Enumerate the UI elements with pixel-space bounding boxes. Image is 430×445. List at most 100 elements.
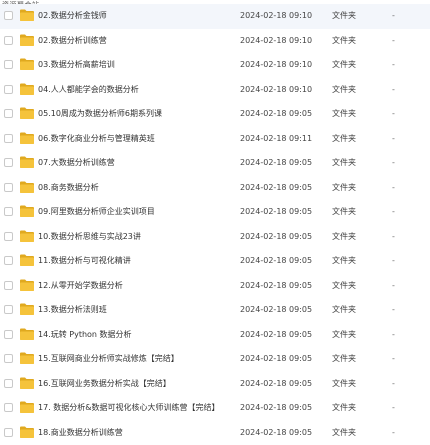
modified-date: 2024-02-18 09:05 (240, 151, 312, 176)
list-item[interactable]: 03.数据分析高薪培训 2024-02-18 09:10 文件夹 - (0, 53, 430, 78)
checkbox[interactable] (4, 403, 13, 412)
file-name[interactable]: 02.数据分析金钱师 (38, 4, 107, 29)
file-size: - (392, 4, 395, 29)
checkbox[interactable] (4, 158, 13, 167)
file-size: - (392, 396, 395, 421)
file-name[interactable]: 09.阿里数据分析师企业实训项目 (38, 200, 155, 225)
list-item[interactable]: 15.互联网商业分析师实战修炼【完结】 2024-02-18 09:05 文件夹… (0, 347, 430, 372)
checkbox[interactable] (4, 85, 13, 94)
checkbox[interactable] (4, 305, 13, 314)
checkbox[interactable] (4, 232, 13, 241)
modified-date: 2024-02-18 09:05 (240, 102, 312, 127)
file-type: 文件夹 (332, 372, 356, 397)
list-item[interactable]: 02.数据分析金钱师 2024-02-18 09:10 文件夹 - (0, 4, 430, 29)
folder-icon (19, 180, 35, 194)
modified-date: 2024-02-18 09:05 (240, 347, 312, 372)
list-item[interactable]: 14.玩转 Python 数据分析 2024-02-18 09:05 文件夹 - (0, 323, 430, 348)
folder-icon (19, 57, 35, 71)
checkbox[interactable] (4, 354, 13, 363)
checkbox[interactable] (4, 281, 13, 290)
checkbox[interactable] (4, 207, 13, 216)
file-name[interactable]: 07.大数据分析训练营 (38, 151, 115, 176)
modified-date: 2024-02-18 09:05 (240, 200, 312, 225)
list-item[interactable]: 08.商务数据分析 2024-02-18 09:05 文件夹 - (0, 176, 430, 201)
checkbox[interactable] (4, 379, 13, 388)
folder-icon (19, 204, 35, 218)
file-size: - (392, 249, 395, 274)
modified-date: 2024-02-18 09:05 (240, 298, 312, 323)
list-item[interactable]: 05.10周成为数据分析师6期系列课 2024-02-18 09:05 文件夹 … (0, 102, 430, 127)
modified-date: 2024-02-18 09:05 (240, 274, 312, 299)
folder-icon (19, 131, 35, 145)
list-item[interactable]: 02.数据分析训练营 2024-02-18 09:10 文件夹 - (0, 29, 430, 54)
folder-icon (19, 400, 35, 414)
checkbox[interactable] (4, 11, 13, 20)
list-item[interactable]: 09.阿里数据分析师企业实训项目 2024-02-18 09:05 文件夹 - (0, 200, 430, 225)
list-item[interactable]: 06.数字化商业分析与管理精英班 2024-02-18 09:11 文件夹 - (0, 127, 430, 152)
file-name[interactable]: 03.数据分析高薪培训 (38, 53, 115, 78)
list-item[interactable]: 07.大数据分析训练营 2024-02-18 09:05 文件夹 - (0, 151, 430, 176)
file-name[interactable]: 06.数字化商业分析与管理精英班 (38, 127, 155, 152)
file-size: - (392, 151, 395, 176)
modified-date: 2024-02-18 09:05 (240, 225, 312, 250)
file-size: - (392, 421, 395, 445)
checkbox[interactable] (4, 36, 13, 45)
modified-date: 2024-02-18 09:05 (240, 249, 312, 274)
file-name[interactable]: 14.玩转 Python 数据分析 (38, 323, 132, 348)
file-type: 文件夹 (332, 4, 356, 29)
list-item[interactable]: 12.从零开始学数据分析 2024-02-18 09:05 文件夹 - (0, 274, 430, 299)
file-size: - (392, 200, 395, 225)
list-item[interactable]: 10.数据分析思维与实战23讲 2024-02-18 09:05 文件夹 - (0, 225, 430, 250)
file-name[interactable]: 05.10周成为数据分析师6期系列课 (38, 102, 162, 127)
file-size: - (392, 347, 395, 372)
modified-date: 2024-02-18 09:05 (240, 421, 312, 445)
folder-icon (19, 425, 35, 439)
file-size: - (392, 225, 395, 250)
file-name[interactable]: 08.商务数据分析 (38, 176, 99, 201)
file-name[interactable]: 02.数据分析训练营 (38, 29, 107, 54)
file-size: - (392, 53, 395, 78)
folder-icon (19, 351, 35, 365)
folder-icon (19, 106, 35, 120)
list-item[interactable]: 16.互联网业务数据分析实战【完结】 2024-02-18 09:05 文件夹 … (0, 372, 430, 397)
list-item[interactable]: 18.商业数据分析训练营 2024-02-18 09:05 文件夹 - (0, 421, 430, 445)
checkbox[interactable] (4, 109, 13, 118)
modified-date: 2024-02-18 09:05 (240, 323, 312, 348)
folder-icon (19, 82, 35, 96)
file-name[interactable]: 17. 数据分析&数据可视化核心大师训练营【完结】 (38, 396, 220, 421)
file-type: 文件夹 (332, 298, 356, 323)
list-item[interactable]: 11.数据分析与可视化精讲 2024-02-18 09:05 文件夹 - (0, 249, 430, 274)
file-type: 文件夹 (332, 274, 356, 299)
file-type: 文件夹 (332, 53, 356, 78)
folder-icon (19, 8, 35, 22)
modified-date: 2024-02-18 09:05 (240, 396, 312, 421)
file-size: - (392, 323, 395, 348)
file-name[interactable]: 11.数据分析与可视化精讲 (38, 249, 131, 274)
list-item[interactable]: 13.数据分析法则班 2024-02-18 09:05 文件夹 - (0, 298, 430, 323)
checkbox[interactable] (4, 183, 13, 192)
file-name[interactable]: 12.从零开始学数据分析 (38, 274, 123, 299)
file-name[interactable]: 16.互联网业务数据分析实战【完结】 (38, 372, 171, 397)
folder-icon (19, 253, 35, 267)
file-list: 02.数据分析金钱师 2024-02-18 09:10 文件夹 - 02.数据分… (0, 4, 430, 445)
list-item[interactable]: 04.人人都能学会的数据分析 2024-02-18 09:10 文件夹 - (0, 78, 430, 103)
file-type: 文件夹 (332, 225, 356, 250)
file-size: - (392, 176, 395, 201)
file-type: 文件夹 (332, 127, 356, 152)
checkbox[interactable] (4, 134, 13, 143)
file-size: - (392, 274, 395, 299)
file-type: 文件夹 (332, 396, 356, 421)
checkbox[interactable] (4, 330, 13, 339)
file-name[interactable]: 10.数据分析思维与实战23讲 (38, 225, 141, 250)
modified-date: 2024-02-18 09:11 (240, 127, 312, 152)
checkbox[interactable] (4, 60, 13, 69)
file-name[interactable]: 04.人人都能学会的数据分析 (38, 78, 139, 103)
file-name[interactable]: 13.数据分析法则班 (38, 298, 107, 323)
list-item[interactable]: 17. 数据分析&数据可视化核心大师训练营【完结】 2024-02-18 09:… (0, 396, 430, 421)
file-name[interactable]: 15.互联网商业分析师实战修炼【完结】 (38, 347, 179, 372)
checkbox[interactable] (4, 428, 13, 437)
folder-icon (19, 229, 35, 243)
file-type: 文件夹 (332, 323, 356, 348)
checkbox[interactable] (4, 256, 13, 265)
file-name[interactable]: 18.商业数据分析训练营 (38, 421, 123, 445)
